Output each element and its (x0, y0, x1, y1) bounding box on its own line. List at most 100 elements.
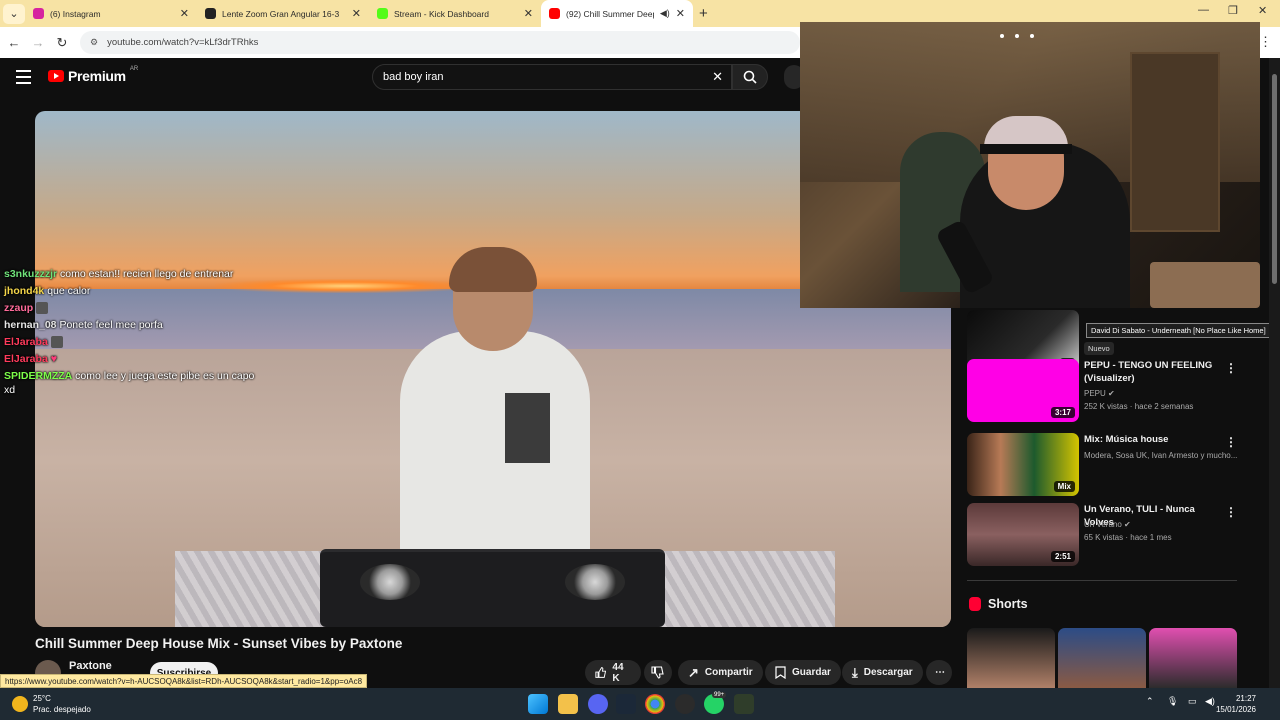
restore-icon[interactable]: ❐ (1228, 4, 1238, 17)
scrollbar-thumb[interactable] (1272, 74, 1277, 284)
related-video-item[interactable]: 3:17 PEPU - TENGO UN FEELING (Visualizer… (967, 359, 1267, 423)
close-icon[interactable]: ✕ (676, 7, 685, 20)
video-scene-dj-hair (449, 247, 537, 292)
back-icon[interactable]: ← (2, 35, 26, 50)
more-actions-button[interactable]: ⋯ (926, 660, 952, 685)
close-icon[interactable]: ✕ (180, 7, 189, 20)
more-vertical-icon[interactable]: ⋮ (1225, 435, 1237, 449)
tab-kick-dashboard[interactable]: Stream - Kick Dashboard ✕ (369, 0, 541, 27)
volume-icon[interactable]: ◀) (1205, 696, 1215, 707)
windows-start-icon[interactable] (528, 694, 548, 714)
related-video-channel[interactable]: PEPU ✔ (1084, 388, 1244, 400)
screen: ⌄ (6) Instagram ✕ Lente Zoom Gran Angula… (0, 0, 1280, 720)
chat-text: xd (4, 384, 16, 396)
chat-message: hernan_08 Ponete feel mee porfa (4, 317, 284, 334)
youtube-logo[interactable]: Premium AR (48, 66, 138, 84)
chat-user: SPIDERMZZA (4, 370, 73, 382)
youtube-icon (549, 8, 560, 19)
tab-instagram[interactable]: (6) Instagram ✕ (25, 0, 197, 27)
search-input[interactable]: bad boy iran ✕ (372, 64, 732, 90)
discord-icon[interactable] (588, 694, 608, 714)
search-query: bad boy iran (383, 71, 444, 83)
network-icon[interactable]: ▭ (1188, 696, 1197, 707)
chrome-icon[interactable] (645, 694, 665, 714)
instagram-icon (33, 8, 44, 19)
tray-chevron-icon[interactable]: ⌃ (1146, 696, 1154, 707)
site-info-icon[interactable]: ⚙ (90, 37, 98, 48)
tab-youtube[interactable]: (92) Chill Summer Deep Ho ◀) ✕ (541, 0, 693, 27)
weather-icon[interactable] (12, 696, 28, 712)
related-video-title[interactable]: PEPU - TENGO UN FEELING (Visualizer) (1084, 359, 1222, 385)
chat-user: ElJaraba (4, 353, 48, 365)
chat-user: ElJaraba (4, 336, 48, 348)
search-button[interactable] (732, 64, 768, 90)
related-video-channel[interactable]: Un Verano ✔ (1084, 519, 1244, 531)
short-thumbnail[interactable] (967, 628, 1055, 688)
chat-user: s3nkuzzzjr (4, 268, 58, 280)
new-tab-button[interactable]: + (699, 5, 708, 22)
download-icon: ⤓ (852, 664, 858, 680)
video-thumbnail[interactable]: 2:51 (967, 503, 1079, 566)
thumbs-down-icon (651, 666, 664, 679)
download-button[interactable]: ⤓ Descargar (842, 660, 923, 685)
clock[interactable]: 21:27 15/01/2026 (1216, 693, 1256, 715)
channel-text: Un Verano (1084, 520, 1122, 529)
temperature: 25°C (33, 694, 51, 703)
chat-text: como estan!! recien llego de entrenar (60, 268, 234, 280)
channel-name[interactable]: Paxtone (69, 660, 112, 672)
url-text: youtube.com/watch?v=kLf3drTRhks (107, 37, 259, 48)
obs-icon[interactable] (675, 694, 695, 714)
steam-icon[interactable] (616, 694, 636, 714)
dislike-button[interactable] (644, 660, 672, 685)
file-explorer-icon[interactable] (558, 694, 578, 714)
new-badge: Nuevo (1084, 342, 1114, 355)
like-button[interactable]: 44 K (585, 660, 641, 685)
microphone-icon[interactable]: 🎙 (1167, 696, 1178, 707)
browser-menu-icon[interactable]: ⋮ (1259, 34, 1272, 50)
forward-icon[interactable]: → (26, 35, 50, 50)
share-button[interactable]: ↗ Compartir (678, 660, 763, 685)
chat-message: s3nkuzzzjr como estan!! recien llego de … (4, 266, 284, 283)
save-button[interactable]: Guardar (765, 660, 841, 685)
related-video-channel[interactable]: Modera, Sosa UK, Ivan Armesto y mucho... (1084, 450, 1244, 462)
address-bar[interactable]: ⚙ youtube.com/watch?v=kLf3drTRhks (80, 31, 800, 54)
date: 15/01/2026 (1215, 705, 1256, 714)
bookmark-icon (775, 666, 786, 679)
chat-message: ElJaraba (4, 334, 284, 351)
search-icon (743, 70, 757, 84)
chat-message: SPIDERMZZA como lee y juega este pibe es… (4, 368, 284, 385)
close-window-icon[interactable]: ✕ (1258, 4, 1267, 17)
logo-text: Premium (68, 68, 126, 84)
more-vertical-icon[interactable]: ⋮ (1225, 505, 1237, 519)
menu-icon[interactable] (16, 70, 31, 88)
short-thumbnail[interactable] (1058, 628, 1146, 688)
duration-badge: 3:17 (1050, 407, 1075, 418)
app-icon[interactable] (734, 694, 754, 714)
tab-lente-zoom[interactable]: Lente Zoom Gran Angular 16-3 ✕ (197, 0, 369, 27)
youtube-play-icon (48, 70, 64, 82)
clear-search-icon[interactable]: ✕ (712, 69, 723, 85)
tooltip: David Di Sabato - Underneath [No Place L… (1086, 323, 1271, 338)
related-video-item[interactable]: 2:51 Un Verano, TULI - Nunca Volves Un V… (967, 503, 1267, 567)
chat-message: xd (4, 384, 284, 396)
reload-icon[interactable]: ↻ (50, 35, 74, 51)
video-thumbnail[interactable]: 3:17 (967, 359, 1079, 422)
speaker-icon[interactable]: ◀) (660, 8, 670, 19)
emote-icon (50, 336, 63, 349)
minimize-icon[interactable]: — (1198, 4, 1209, 16)
related-video-title[interactable]: Mix: Música house (1084, 433, 1222, 446)
tab-search-button[interactable]: ⌄ (3, 3, 25, 24)
weather-widget[interactable]: 25°C Prac. despejado (33, 693, 91, 715)
close-icon[interactable]: ✕ (524, 7, 533, 20)
related-video-item[interactable]: Mix Mix: Música house Modera, Sosa UK, I… (967, 433, 1267, 497)
close-icon[interactable]: ✕ (352, 7, 361, 20)
more-vertical-icon[interactable]: ⋮ (1225, 361, 1237, 375)
taskbar: 25°C Prac. despejado 99+ ⌃ 🎙 ▭ ◀) 21:27 … (0, 688, 1280, 720)
cam-light (1015, 34, 1019, 38)
tab-title: (6) Instagram (50, 8, 101, 19)
share-label: Compartir (704, 667, 753, 678)
link-status-url: https://www.youtube.com/watch?v=h-AUCSOQ… (0, 674, 368, 688)
short-thumbnail[interactable] (1149, 628, 1237, 688)
video-thumbnail[interactable]: Mix (967, 433, 1079, 496)
chat-text: Ponete feel mee porfa (59, 319, 163, 331)
